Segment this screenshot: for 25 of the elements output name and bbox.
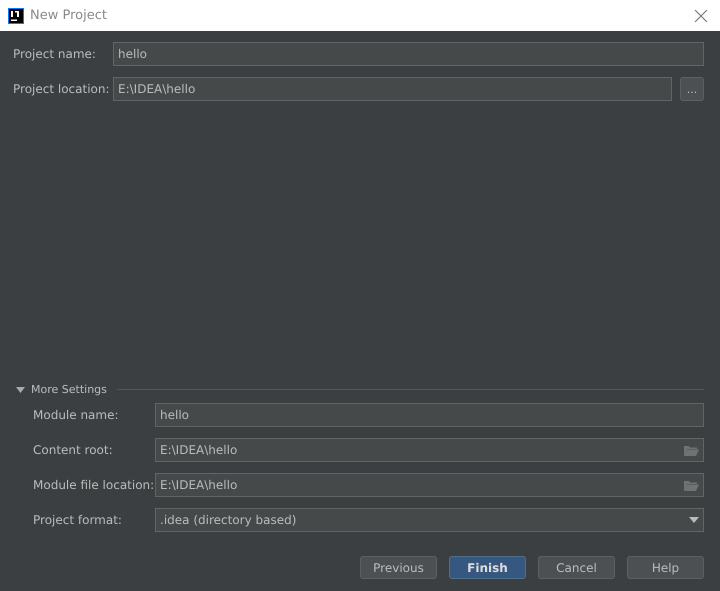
window-title: New Project bbox=[30, 8, 108, 23]
text-field[interactable]: hello bbox=[113, 42, 704, 66]
format-dropdown[interactable]: .idea (directory based) bbox=[155, 508, 704, 532]
expand-triangle-icon[interactable] bbox=[16, 386, 25, 392]
text-field[interactable]: E:\IDEA\hello bbox=[113, 77, 672, 101]
dialog-button[interactable]: Help bbox=[627, 556, 704, 579]
text-field[interactable]: E:\IDEA\hello bbox=[155, 438, 704, 462]
close-icon[interactable] bbox=[694, 8, 708, 22]
dialog-button[interactable]: Cancel bbox=[538, 556, 615, 579]
browse-button[interactable]: ... bbox=[680, 77, 704, 101]
field-label: Project format: bbox=[33, 513, 123, 527]
caret-icon bbox=[689, 517, 699, 523]
field-label: Project location: bbox=[13, 82, 111, 96]
dialog-button[interactable]: Previous bbox=[360, 556, 437, 579]
field-label: Module file location: bbox=[33, 478, 155, 492]
field-label: Project name: bbox=[13, 47, 97, 61]
folder-icon bbox=[684, 480, 699, 490]
section-title: More Settings bbox=[31, 383, 107, 396]
default-dialog-button[interactable]: Finish bbox=[449, 556, 526, 579]
field-label: Module name: bbox=[33, 408, 120, 422]
text-field[interactable]: hello bbox=[155, 403, 704, 427]
app-logo-icon bbox=[8, 8, 24, 24]
folder-icon bbox=[684, 444, 699, 456]
text-field[interactable]: E:\IDEA\hello bbox=[155, 473, 704, 497]
field-label: Content root: bbox=[33, 443, 114, 457]
